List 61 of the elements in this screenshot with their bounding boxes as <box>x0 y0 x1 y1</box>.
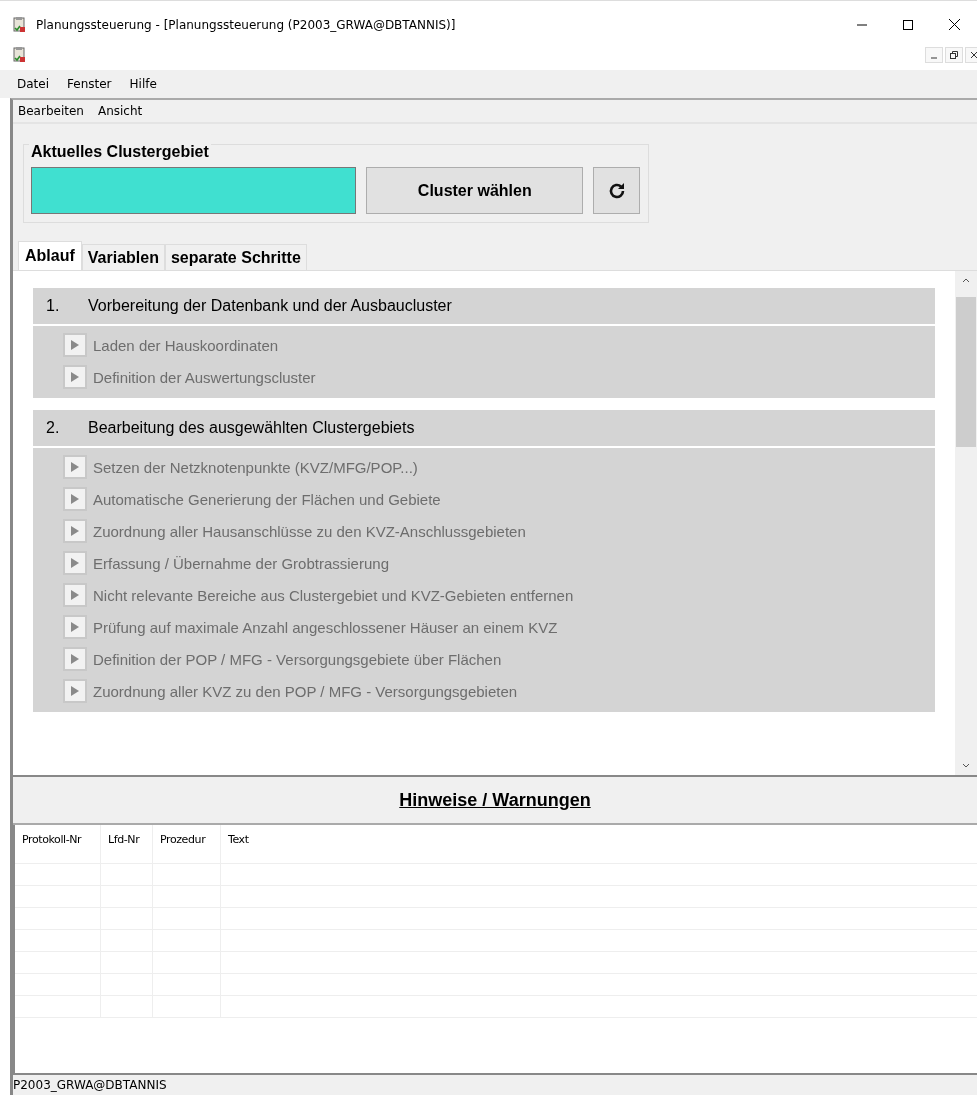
play-icon <box>70 525 80 537</box>
play-icon <box>70 589 80 601</box>
play-icon <box>70 621 80 633</box>
section-number: 2. <box>45 419 61 437</box>
play-button[interactable] <box>63 551 87 575</box>
group-title: Aktuelles Clustergebiet <box>29 143 211 161</box>
play-button[interactable] <box>63 487 87 511</box>
play-icon <box>70 339 80 351</box>
step-label: Definition der POP / MFG - Versorgungsgebiete über Flächen <box>93 650 502 668</box>
step-label: Zuordnung aller KVZ zu den POP / MFG - Versorgungsgebieten <box>93 682 518 700</box>
play-button[interactable] <box>63 647 87 671</box>
play-button[interactable] <box>63 455 87 479</box>
section-title: Vorbereitung der Datenbank und der Ausbaucluster <box>88 297 452 315</box>
play-icon <box>70 557 80 569</box>
maximize-icon <box>903 19 913 30</box>
menu-item[interactable]: Bearbeiten <box>18 104 84 118</box>
play-icon <box>70 371 80 383</box>
tab[interactable]: Ablauf <box>18 241 82 270</box>
play-button[interactable] <box>63 519 87 543</box>
section-number: 1. <box>45 297 61 315</box>
play-button[interactable] <box>63 333 87 357</box>
step-label: Automatische Generierung der Flächen und Gebiete <box>93 490 441 508</box>
column-header[interactable]: Prozedur <box>153 825 221 863</box>
step-label: Laden der Hauskoordinaten <box>93 336 279 354</box>
cluster-button[interactable]: Cluster wählen <box>366 167 584 214</box>
menu-item[interactable]: Hilfe <box>119 77 165 91</box>
play-button[interactable] <box>63 365 87 389</box>
refresh-button[interactable] <box>593 167 640 214</box>
tab[interactable]: separate Schritte <box>164 244 307 270</box>
tab[interactable]: Variablen <box>81 244 165 270</box>
scroll-thumb[interactable] <box>956 297 976 447</box>
play-button[interactable] <box>63 679 87 703</box>
play-button[interactable] <box>63 615 87 639</box>
status-text: P2003_GRWA@DBTANNIS <box>13 1078 167 1092</box>
play-icon <box>70 653 80 665</box>
column-header[interactable]: Lfd-Nr <box>101 825 153 863</box>
step-label: Definition der Auswertungscluster <box>93 368 316 386</box>
close-icon <box>948 19 960 30</box>
step-label: Nicht relevante Bereiche aus Clustergebiet und KVZ-Gebieten entfernen <box>93 586 574 604</box>
cluster-field[interactable] <box>31 167 357 214</box>
column-header[interactable]: Text <box>221 825 977 863</box>
play-icon <box>70 461 80 473</box>
close-icon <box>970 51 977 59</box>
menu-item[interactable]: Datei <box>17 77 57 91</box>
menu-item[interactable]: Ansicht <box>97 104 143 118</box>
section-title: Bearbeitung des ausgewählten Clustergebiets <box>88 419 415 437</box>
column-header[interactable]: Protokoll-Nr <box>15 825 101 863</box>
play-button[interactable] <box>63 583 87 607</box>
play-icon <box>70 493 80 505</box>
step-label: Setzen der Netzknotenpunkte (KVZ/MFG/POP...) <box>93 458 418 476</box>
play-icon <box>70 685 80 697</box>
panel-title: Hinweise / Warnungen <box>399 789 591 811</box>
app-icon[interactable] <box>12 47 26 63</box>
step-label: Zuordnung aller Hausanschlüsse zu den KVZ-Anschlussgebieten <box>93 522 526 540</box>
step-label: Erfassung / Übernahme der Grobtrassierung <box>93 554 389 572</box>
restore-icon <box>950 51 958 59</box>
step-label: Prüfung auf maximale Anzahl angeschlossener Häuser an einem KVZ <box>93 618 558 636</box>
menu-item[interactable]: Fenster <box>57 77 120 91</box>
app-icon <box>12 16 26 33</box>
window-title: Planungssteuerung - [Planungssteuerung (P2003_GRWA@DBTANNIS)] <box>36 17 456 32</box>
restore-button[interactable] <box>945 47 963 63</box>
